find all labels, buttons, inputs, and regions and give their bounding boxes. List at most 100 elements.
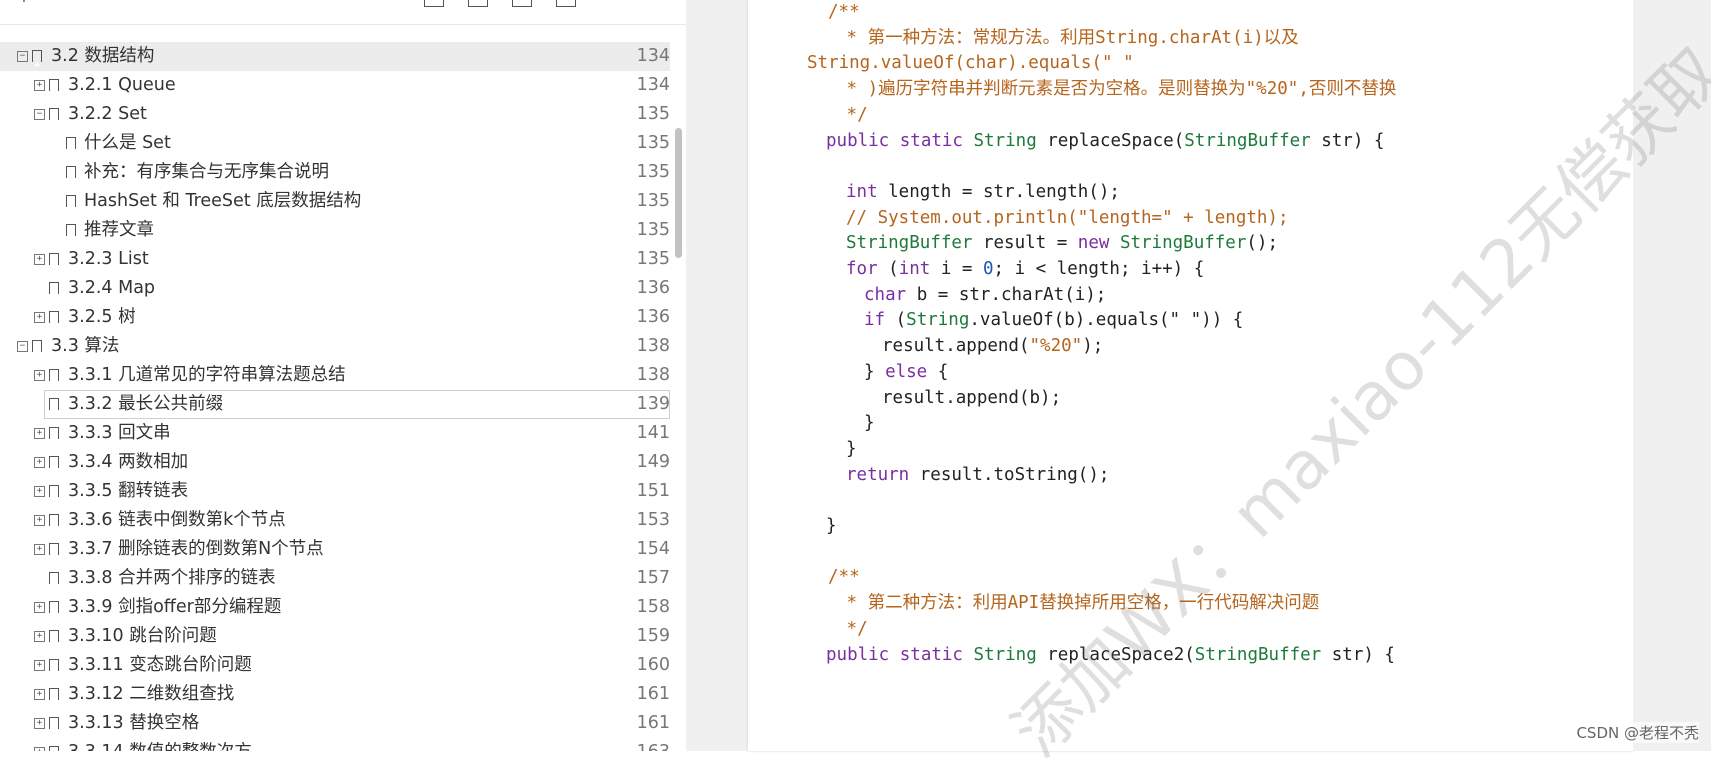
outline-item[interactable]: +3.3.6 链表中倒数第k个节点 153	[0, 506, 670, 535]
outline-item-label: 3.3.7 删除链表的倒数第N个节点	[68, 539, 324, 559]
expand-icon[interactable]: +	[34, 544, 45, 555]
bookmark-remove-icon[interactable]	[556, 0, 576, 7]
code-token: (	[885, 310, 907, 331]
bookmark-icon	[49, 746, 59, 751]
outline-item[interactable]: +3.3.7 删除链表的倒数第N个节点 154	[0, 535, 670, 564]
collapse-icon[interactable]: −	[34, 109, 45, 120]
code-token: else	[885, 361, 928, 382]
outline-item-label: 补充：有序集合与无序集合说明	[84, 162, 329, 182]
collapse-icon[interactable]: −	[17, 51, 28, 62]
expand-icon[interactable]: +	[34, 660, 45, 671]
scrollbar-track[interactable]	[675, 0, 683, 751]
bookmark-icon	[49, 717, 59, 733]
bookmark-icon	[49, 485, 59, 501]
code-token: replaceSpace2(	[1036, 644, 1195, 665]
collapse-all-icon[interactable]	[468, 0, 488, 7]
code-token: StringBuffer	[1119, 233, 1247, 254]
code-token: char	[864, 284, 907, 305]
outline-item-label: 3.2.3 List	[68, 249, 149, 269]
code-token: str) {	[1310, 130, 1385, 151]
code-token: StringBuffer	[846, 233, 973, 254]
outline-item-label: 3.3.1 几道常见的字符串算法题总结	[68, 365, 346, 385]
expand-icon[interactable]: +	[34, 689, 45, 700]
code-line: }	[846, 438, 857, 459]
expand-icon[interactable]: +	[34, 80, 45, 91]
expand-icon[interactable]: +	[34, 457, 45, 468]
outline-item[interactable]: HashSet 和 TreeSet 底层数据结构 135	[0, 187, 670, 216]
outline-item[interactable]: +3.3.14 数值的整数次方 163	[0, 738, 670, 751]
outline-item-page: 136	[636, 307, 670, 327]
outline-item[interactable]: − 3.2.2 Set 135	[0, 100, 670, 129]
code-token: );	[1082, 336, 1104, 357]
bookmark-icon	[49, 427, 59, 443]
bookmark-add-icon[interactable]	[512, 0, 532, 7]
outline-item-label: 3.3.2 最长公共前缀	[68, 394, 224, 414]
outline-item[interactable]: +3.3.12 二维数组查找 161	[0, 680, 670, 709]
expand-icon[interactable]: +	[34, 370, 45, 381]
code-line: * 第二种方法：利用API替换掉所用空格，一行代码解决问题	[836, 593, 1320, 614]
expand-icon[interactable]: +	[34, 747, 45, 751]
outline-item-page: 139	[636, 394, 670, 414]
code-token: StringBuffer	[1184, 130, 1311, 151]
viewer-gutter-right	[1633, 0, 1711, 751]
expand-icon[interactable]: +	[34, 602, 45, 613]
collapse-icon[interactable]: −	[17, 341, 28, 352]
outline-item-page: 135	[636, 220, 670, 240]
outline-item-label: 3.3.4 两数相加	[68, 452, 189, 472]
code-token: StringBuffer	[1194, 644, 1322, 665]
outline-item-page: 158	[636, 597, 670, 617]
expand-icon[interactable]: +	[34, 312, 45, 323]
outline-item[interactable]: +3.2.3 List 135	[0, 245, 670, 274]
code-line: */	[836, 104, 868, 125]
code-token: new	[1077, 233, 1110, 254]
code-token: int	[846, 181, 878, 202]
outline-item-page: 136	[636, 278, 670, 298]
outline-item-label: 3.3.6 链表中倒数第k个节点	[68, 510, 286, 530]
outline-item[interactable]: +3.2.5 树 136	[0, 303, 670, 332]
code-token: for	[846, 259, 878, 279]
outline-item-page: 151	[636, 481, 670, 501]
outline-item-page: 159	[636, 626, 670, 646]
expand-icon[interactable]: +	[34, 718, 45, 729]
outline-item-page: 163	[610, 738, 670, 751]
bookmark-icon	[49, 456, 59, 472]
code-token: result.toString();	[909, 464, 1110, 485]
outline-item[interactable]: 3.3.8 合并两个排序的链表 157	[0, 564, 670, 593]
expand-all-icon[interactable]	[424, 0, 444, 7]
outline-item[interactable]: +3.3.1 几道常见的字符串算法题总结 138	[0, 361, 670, 390]
code-line: public static String replaceSpace2(Strin…	[826, 641, 1395, 669]
outline-item[interactable]: 补充：有序集合与无序集合说明 135	[0, 158, 670, 187]
expand-icon[interactable]: +	[34, 515, 45, 526]
outline-item[interactable]: +3.3.3 回文串 141	[0, 419, 670, 448]
outline-item-page: 161	[636, 684, 670, 704]
outline-item[interactable]: − 3.3 算法 138	[0, 332, 670, 361]
scrollbar-thumb[interactable]	[675, 128, 682, 258]
code-line: if (String.valueOf(b).equals(" ")) {	[864, 306, 1243, 334]
outline-item[interactable]: +3.2.1 Queue 134	[0, 71, 670, 100]
outline-item[interactable]: +3.3.9 剑指offer部分编程题 158	[0, 593, 670, 622]
code-token: String	[973, 130, 1037, 151]
expand-icon[interactable]: +	[34, 486, 45, 497]
bookmark-icon	[66, 224, 76, 240]
outline-item[interactable]: 什么是 Set 135	[0, 129, 670, 158]
expand-icon[interactable]: +	[34, 428, 45, 439]
bookmark-icon	[49, 253, 59, 269]
code-line: int length = str.length();	[846, 178, 1120, 206]
outline-item[interactable]: 3.2.4 Map 136	[0, 274, 670, 303]
code-line: } else {	[864, 358, 948, 386]
outline-item[interactable]: +3.3.10 跳台阶问题 159	[0, 622, 670, 651]
expand-icon[interactable]: +	[34, 254, 45, 265]
outline-item[interactable]: +3.3.4 两数相加 149	[0, 448, 670, 477]
expand-icon[interactable]: +	[34, 631, 45, 642]
outline-item[interactable]: +3.3.5 翻转链表 151	[0, 477, 670, 506]
bookmark-icon	[49, 398, 59, 414]
outline-item-label: 3.3.12 二维数组查找	[68, 684, 235, 704]
code-token: replaceSpace(	[1036, 130, 1185, 151]
outline-item[interactable]: 推荐文章 135	[0, 216, 670, 245]
outline-item[interactable]: +3.3.11 变态跳台阶问题 160	[0, 651, 670, 680]
outline-item[interactable]: +3.3.13 替换空格 161	[0, 709, 670, 738]
outline-item[interactable]: 3.3.2 最长公共前缀 139	[44, 390, 670, 419]
outline-item[interactable]: − 3.2 数据结构 134	[0, 42, 670, 71]
code-token: result.append(	[882, 336, 1030, 357]
code-line: String.valueOf(char).equals(" "	[807, 53, 1134, 74]
